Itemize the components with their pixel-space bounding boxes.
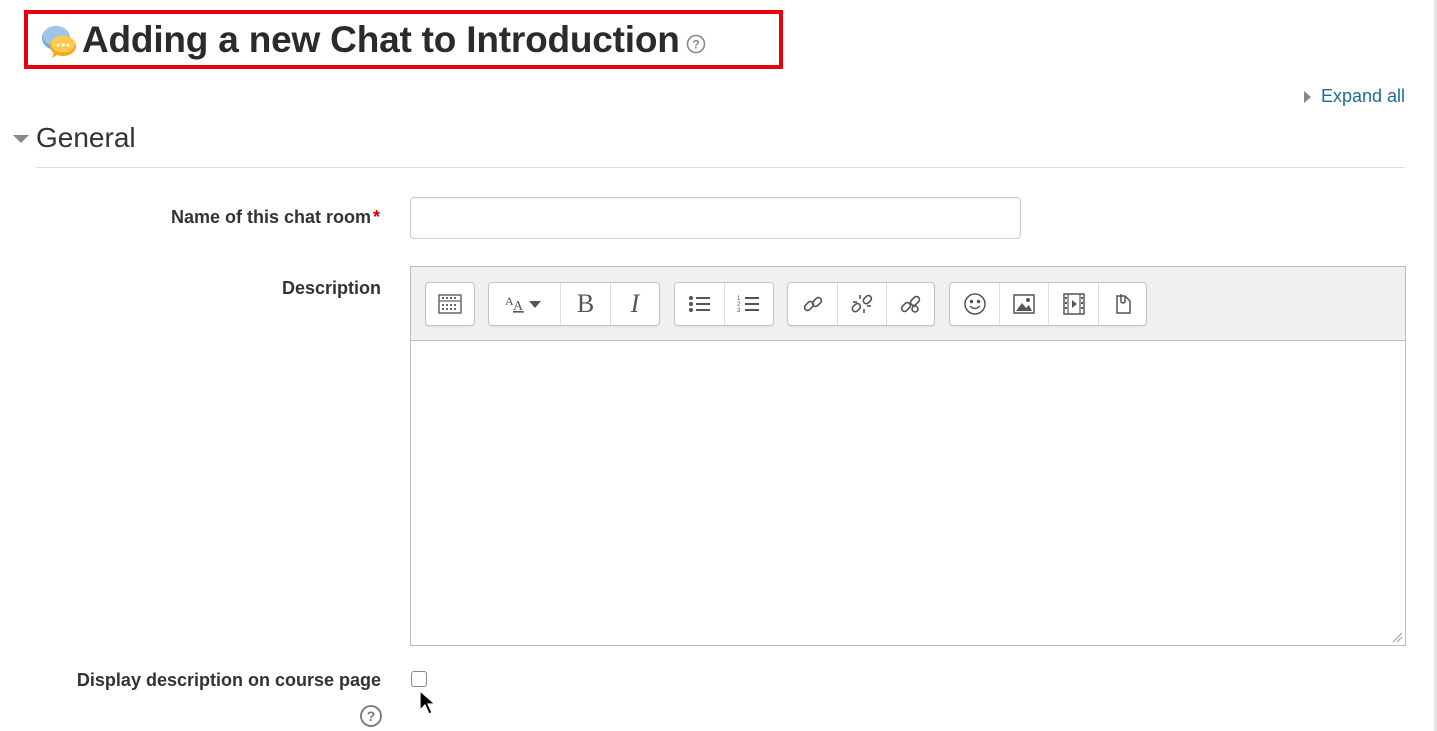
expanded-triangle-icon	[13, 135, 29, 143]
collapsed-triangle-icon	[1303, 90, 1311, 103]
unordered-list-icon[interactable]	[675, 283, 725, 325]
link-icon[interactable]	[788, 283, 838, 325]
unlink-icon[interactable]	[838, 283, 887, 325]
toolbar-toggle-icon[interactable]	[426, 283, 474, 325]
page-title: Adding a new Chat to Introduction	[82, 19, 680, 60]
page-heading: Adding a new Chat to Introduction ?	[40, 16, 706, 64]
editor-toolbar: A A B I 123	[411, 267, 1405, 341]
ordered-list-icon[interactable]: 123	[725, 283, 773, 325]
manage-files-icon[interactable]	[1099, 283, 1146, 325]
description-label: Description	[281, 278, 381, 298]
name-field-label: Name of this chat room *	[170, 207, 380, 227]
emoticon-icon[interactable]	[950, 283, 1000, 325]
svg-text:?: ?	[367, 708, 376, 724]
chat-activity-icon	[40, 20, 80, 60]
svg-text:?: ?	[692, 38, 699, 52]
help-icon[interactable]: ?	[686, 34, 706, 54]
svg-text:3: 3	[737, 308, 741, 314]
toolbar-group-2: A A B I	[488, 282, 660, 326]
help-icon[interactable]: ?	[359, 704, 383, 728]
expand-all-label: Expand all	[1320, 86, 1405, 106]
description-editor: A A B I 123	[410, 266, 1406, 646]
italic-icon[interactable]: I	[611, 283, 659, 325]
chat-room-name-input[interactable]	[410, 197, 1021, 239]
section-divider	[36, 167, 1405, 168]
image-icon[interactable]	[1000, 283, 1049, 325]
bold-icon[interactable]: B	[561, 283, 611, 325]
mouse-pointer-icon	[419, 690, 437, 715]
toolbar-group-1	[425, 282, 475, 326]
display-description-label: Display description on course page	[76, 670, 381, 690]
font-style-icon[interactable]: A A	[489, 283, 561, 325]
toolbar-group-3: 123	[674, 282, 774, 326]
display-description-checkbox[interactable]	[411, 671, 427, 687]
description-text-area[interactable]	[411, 341, 1405, 645]
required-marker: *	[372, 207, 380, 227]
toolbar-group-4	[787, 282, 935, 326]
section-header-general[interactable]: General	[13, 122, 136, 154]
expand-all-link[interactable]: Expand all	[1303, 86, 1405, 107]
media-icon[interactable]	[1049, 283, 1099, 325]
toolbar-group-5	[949, 282, 1147, 326]
section-title: General	[36, 122, 136, 153]
autolink-icon[interactable]	[887, 283, 934, 325]
resize-handle-icon[interactable]	[1391, 631, 1403, 643]
